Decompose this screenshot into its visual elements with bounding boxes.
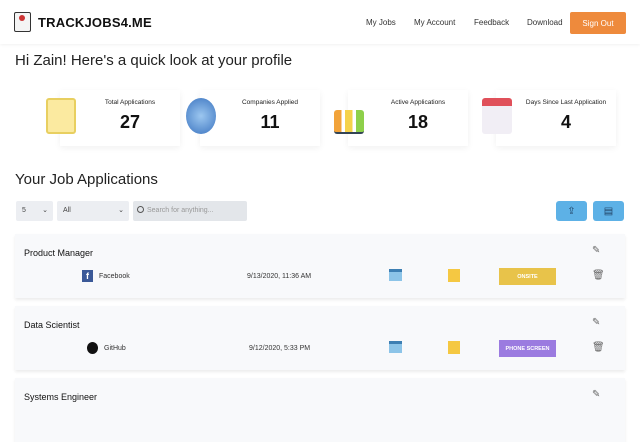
stat-value: 4: [560, 112, 571, 132]
github-icon: [87, 342, 98, 354]
stat-card-days: Days Since Last Application 4: [482, 90, 616, 146]
page-size-value: 5: [22, 207, 26, 214]
stat-value: 11: [260, 112, 280, 132]
resume-icon: [46, 98, 76, 134]
job-title: Systems Engineer: [24, 392, 98, 402]
export-icon: ⇪: [567, 205, 576, 217]
job-title: Data Scientist: [24, 320, 80, 330]
sticky-note-icon[interactable]: [448, 269, 460, 282]
stat-value: 18: [407, 112, 429, 132]
edit-icon[interactable]: ✎: [592, 245, 600, 256]
company-name: GitHub: [104, 344, 126, 352]
filter-select[interactable]: All ⌄: [57, 201, 129, 221]
greeting: Hi Zain! Here's a quick look at your pro…: [15, 52, 293, 69]
job-card[interactable]: Product Manager f Facebook 9/13/2020, 11:…: [15, 234, 625, 298]
report-icon: ▤: [603, 205, 614, 217]
chevron-down-icon: ⌄: [42, 207, 48, 214]
growth-chart-icon: [334, 110, 364, 134]
sticky-note-icon[interactable]: [448, 341, 460, 354]
company-name: Facebook: [99, 272, 130, 280]
calendar-icon[interactable]: [389, 341, 402, 353]
building-icon: [186, 98, 216, 134]
nav-my-account[interactable]: My Account: [414, 18, 455, 27]
stat-value: 27: [119, 112, 141, 132]
search-input[interactable]: Search for anything...: [133, 201, 247, 221]
search-placeholder: Search for anything...: [147, 207, 214, 214]
section-title: Your Job Applications: [15, 171, 158, 188]
logo-icon: [14, 12, 31, 32]
brand-logo[interactable]: TRACKJOBS4.ME: [38, 15, 152, 30]
stat-label: Companies Applied: [241, 99, 298, 106]
calendar-icon[interactable]: [389, 269, 402, 281]
nav-my-jobs[interactable]: My Jobs: [366, 18, 396, 27]
trash-icon[interactable]: 🗑: [592, 342, 605, 353]
application-date: 9/13/2020, 11:36 AM: [247, 273, 312, 280]
edit-icon[interactable]: ✎: [592, 317, 600, 328]
stat-label: Total Applications: [104, 99, 156, 106]
status-badge[interactable]: PHONE SCREEN: [499, 340, 556, 357]
job-card[interactable]: Data Scientist GitHub 9/12/2020, 5:33 PM…: [15, 306, 625, 370]
job-title: Product Manager: [24, 248, 94, 258]
search-icon: [137, 206, 144, 213]
page-size-select[interactable]: 5 ⌄: [16, 201, 53, 221]
report-button[interactable]: ▤: [593, 201, 624, 221]
chevron-down-icon: ⌄: [118, 207, 124, 214]
sign-out-button[interactable]: Sign Out: [570, 12, 626, 34]
stat-label: Active Applications: [390, 99, 446, 106]
stat-card-total: Total Applications 27: [46, 90, 180, 146]
application-date: 9/12/2020, 5:33 PM: [249, 345, 311, 352]
facebook-icon: f: [82, 270, 93, 282]
stat-label: Days Since Last Application: [525, 99, 607, 106]
job-card[interactable]: Systems Engineer ✎: [15, 378, 625, 442]
status-badge[interactable]: ONSITE: [499, 268, 556, 285]
stat-card-companies: Companies Applied 11: [186, 90, 320, 146]
nav-feedback[interactable]: Feedback: [474, 18, 509, 27]
stat-card-active: Active Applications 18: [334, 90, 468, 146]
calendar-icon: [482, 98, 512, 134]
edit-icon[interactable]: ✎: [592, 389, 600, 400]
navbar: TRACKJOBS4.ME My Jobs My Account Feedbac…: [0, 0, 640, 44]
export-button[interactable]: ⇪: [556, 201, 587, 221]
trash-icon[interactable]: 🗑: [592, 270, 605, 281]
nav-download[interactable]: Download: [527, 18, 563, 27]
filter-value: All: [63, 207, 71, 214]
